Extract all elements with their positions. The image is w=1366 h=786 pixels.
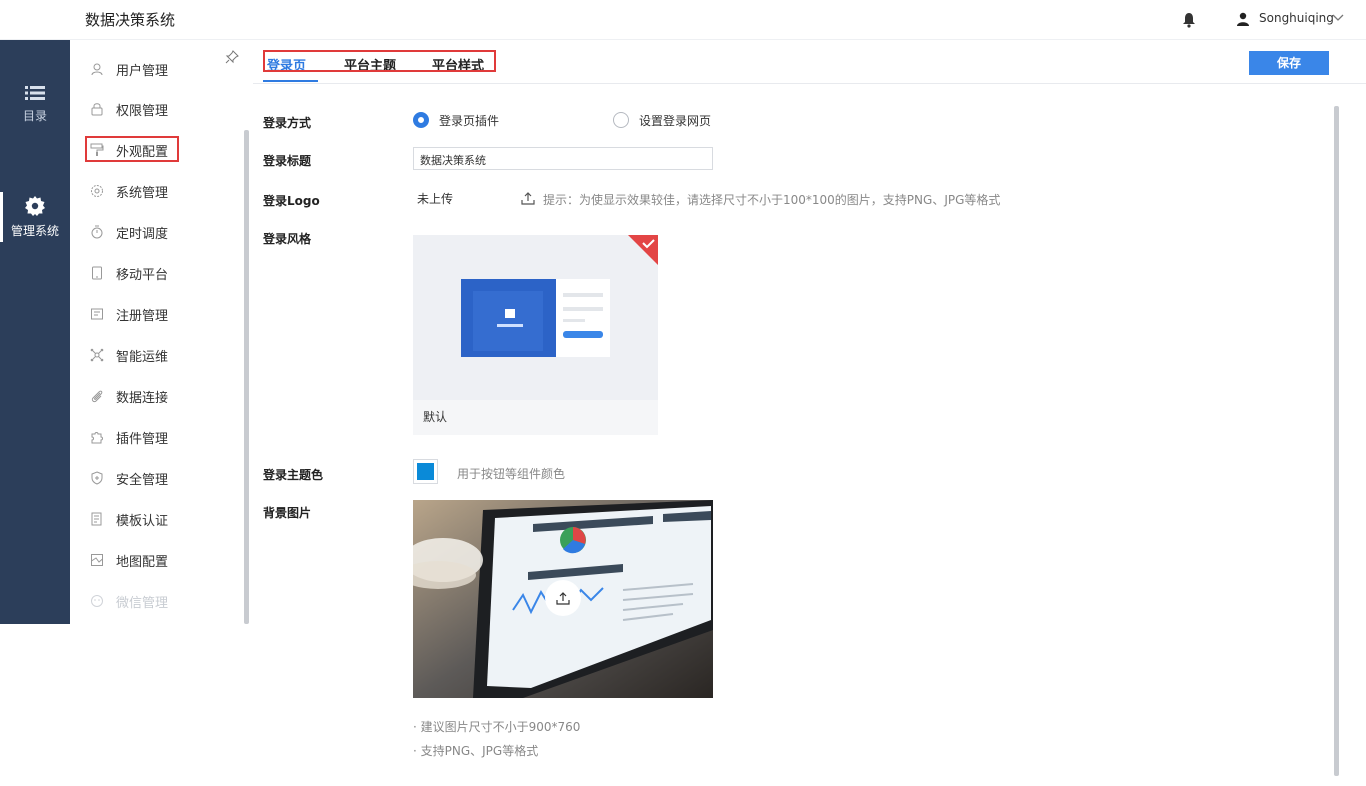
sidebar-item-security[interactable]: 安全管理 <box>90 465 168 491</box>
sidebar-item-datasource[interactable]: 数据连接 <box>90 383 168 409</box>
login-settings-panel: 登录方式 登录页插件 设置登录网页 登录标题 数据决策系统 登录Logo 未上传… <box>253 86 1366 786</box>
login-style-preview <box>413 235 658 400</box>
bell-icon[interactable] <box>1182 12 1196 28</box>
nav-item-catalog[interactable]: 目录 <box>0 85 70 124</box>
sidebar-item-plugins[interactable]: 插件管理 <box>90 424 168 450</box>
tabs-highlight <box>263 50 496 72</box>
sidebar-scrollbar[interactable] <box>244 130 249 624</box>
save-button[interactable]: 保存 <box>1249 51 1329 75</box>
wechat-icon <box>91 595 103 607</box>
style-card-label: 默认 <box>423 410 448 424</box>
sidebar-item-permissions[interactable]: 权限管理 <box>90 96 168 122</box>
logo-status: 未上传 <box>417 192 454 206</box>
login-title-label: 登录标题 <box>263 154 312 168</box>
lock-icon <box>91 103 103 116</box>
sidebar-item-map[interactable]: 地图配置 <box>90 547 168 573</box>
sidebar-item-users[interactable]: 用户管理 <box>90 56 168 82</box>
sidebar-item-label: 系统管理 <box>116 185 169 201</box>
bg-upload-button[interactable] <box>545 580 581 616</box>
map-icon <box>91 554 103 566</box>
login-title-input[interactable]: 数据决策系统 <box>413 147 713 170</box>
bg-image-label: 背景图片 <box>263 506 312 520</box>
radio-login-plugin-label: 登录页插件 <box>439 114 500 128</box>
sidebar-item-label: 插件管理 <box>116 431 169 447</box>
login-logo-label: 登录Logo <box>263 194 320 208</box>
pin-icon[interactable] <box>225 50 239 64</box>
chevron-down-icon[interactable] <box>1332 14 1344 22</box>
top-bar: 数据决策系统 Songhuiqing <box>0 0 1366 40</box>
sidebar-item-register[interactable]: 注册管理 <box>90 301 168 327</box>
logo-hint: 提示：为使显示效果较佳，请选择尺寸不小于100*100的图片，支持PNG、JPG… <box>543 193 1001 207</box>
sidebar-item-label: 权限管理 <box>116 103 169 119</box>
sidebar-item-label: 移动平台 <box>116 267 169 283</box>
sidebar-item-label: 智能运维 <box>116 349 169 365</box>
main-scrollbar[interactable] <box>1334 106 1339 776</box>
bg-note-format: · 支持PNG、JPG等格式 <box>413 744 539 758</box>
tablet-icon <box>92 266 102 280</box>
nav-item-admin[interactable]: 管理系统 <box>0 196 70 239</box>
sidebar-item-schedule[interactable]: 定时调度 <box>90 219 168 245</box>
upload-icon <box>556 592 570 605</box>
nav-item-label: 目录 <box>22 109 47 123</box>
username[interactable]: Songhuiqing <box>1259 11 1334 25</box>
selected-check-icon <box>628 235 658 265</box>
sidebar-item-label: 定时调度 <box>116 226 169 242</box>
bg-image-preview[interactable] <box>413 500 713 698</box>
sidebar-item-label: 模板认证 <box>116 513 169 529</box>
sidebar-item-ops[interactable]: 智能运维 <box>90 342 168 368</box>
radio-custom-login-page[interactable] <box>613 112 629 128</box>
theme-color-picker[interactable] <box>413 459 438 484</box>
paperclip-icon <box>91 390 103 403</box>
login-style-card-default[interactable]: 默认 <box>413 235 658 435</box>
login-style-label: 登录风格 <box>263 232 312 246</box>
sidebar-item-label: 安全管理 <box>116 472 169 488</box>
sidebar-item-wechat[interactable]: 微信管理 <box>90 588 168 614</box>
app-title: 数据决策系统 <box>85 11 176 29</box>
sidebar-item-label: 微信管理 <box>116 595 169 611</box>
sidebar-item-template-auth[interactable]: 模板认证 <box>90 506 168 532</box>
theme-color-fill <box>417 463 434 480</box>
sidebar-item-label: 注册管理 <box>116 308 169 324</box>
template-icon <box>91 512 102 526</box>
active-tab-underline <box>263 80 318 82</box>
shield-icon <box>91 471 103 485</box>
secondary-sidebar: 用户管理 权限管理 外观配置 系统管理 定时调度 移动平台 注册管理 智能运维 <box>70 40 251 624</box>
bg-note-size: · 建议图片尺寸不小于900*760 <box>413 720 581 734</box>
radio-custom-login-page-label: 设置登录网页 <box>639 114 712 128</box>
gear-icon <box>25 196 45 216</box>
login-method-label: 登录方式 <box>263 116 312 130</box>
register-icon <box>91 308 103 320</box>
sidebar-item-label: 用户管理 <box>116 63 169 79</box>
gear-outline-icon <box>91 185 103 197</box>
network-icon <box>90 348 104 362</box>
theme-color-label: 登录主题色 <box>263 468 324 482</box>
sidebar-item-mobile[interactable]: 移动平台 <box>90 260 168 286</box>
nav-item-label: 管理系统 <box>10 224 59 238</box>
sidebar-item-label: 数据连接 <box>116 390 169 406</box>
selected-item-highlight <box>85 136 179 162</box>
radio-login-plugin[interactable] <box>413 112 429 128</box>
sidebar-item-label: 地图配置 <box>116 554 169 570</box>
primary-nav: 目录 管理系统 <box>0 40 70 624</box>
puzzle-icon <box>91 432 103 444</box>
list-icon <box>25 86 45 100</box>
sidebar-item-system[interactable]: 系统管理 <box>90 178 168 204</box>
upload-icon[interactable] <box>521 191 535 205</box>
timer-icon <box>91 225 103 239</box>
theme-color-hint: 用于按钮等组件颜色 <box>457 467 566 481</box>
user-manage-icon <box>91 63 103 76</box>
user-icon <box>1237 12 1249 26</box>
